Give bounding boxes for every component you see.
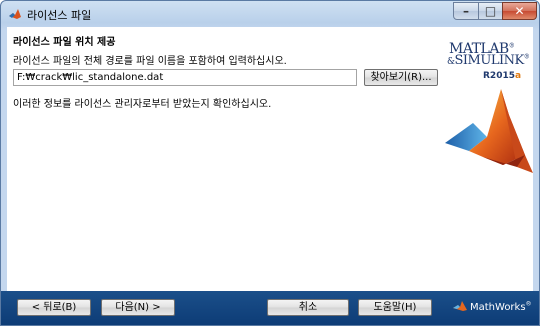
page-title: 라이선스 파일 위치 제공 [13, 37, 116, 48]
note-text: 이러한 정보를 라이선스 관리자로부터 받았는지 확인하십시오. [13, 99, 272, 110]
matlab-icon [9, 9, 21, 19]
maximize-button[interactable]: □ [478, 2, 503, 20]
instruction-text: 라이선스 파일의 전체 경로를 파일 이름을 포함하여 입력하십시오. [13, 56, 287, 67]
minimize-button[interactable]: – [453, 2, 479, 20]
release-label: R2015a [483, 71, 522, 81]
button-bar: < 뒤로(B) 다음(N) > 취소 도움말(H) MathWorks® [1, 291, 539, 325]
help-button[interactable]: 도움말(H) [358, 299, 432, 316]
maximize-icon: □ [484, 4, 497, 18]
window-title: 라이선스 파일 [27, 9, 92, 22]
cancel-button[interactable]: 취소 [267, 299, 349, 316]
title-bar[interactable]: 라이선스 파일 – □ ✕ [1, 1, 539, 27]
license-path-input[interactable] [13, 69, 357, 86]
membrane-logo-icon [445, 89, 533, 173]
minimize-icon: – [463, 4, 469, 18]
next-button[interactable]: 다음(N) > [101, 299, 175, 316]
mathworks-logo-icon [453, 301, 467, 311]
back-button[interactable]: < 뒤로(B) [17, 299, 91, 316]
mathworks-logo: MathWorks® [453, 300, 532, 313]
browse-button[interactable]: 찾아보기(R)... [364, 69, 438, 86]
content-panel: 라이선스 파일 위치 제공 라이선스 파일의 전체 경로를 파일 이름을 포함하… [7, 27, 533, 291]
close-button[interactable]: ✕ [502, 2, 537, 20]
installer-window: 라이선스 파일 – □ ✕ 라이선스 파일 위치 제공 라이선스 파일의 전체 … [0, 0, 540, 326]
logo-line2: &SIMULINK® [447, 53, 530, 68]
close-icon: ✕ [514, 4, 525, 18]
